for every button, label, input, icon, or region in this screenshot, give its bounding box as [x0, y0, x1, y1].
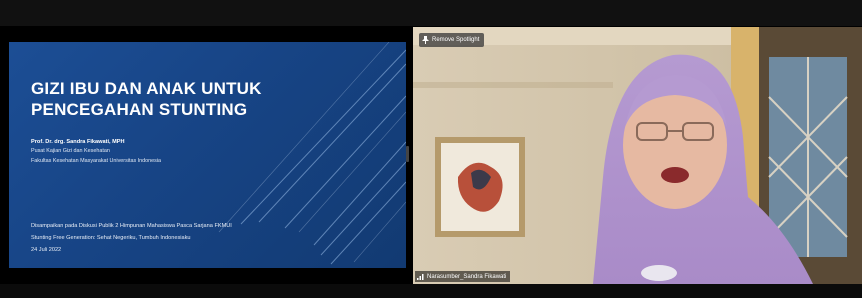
slide-affiliation-2: Fakultas Kesehatan Masyarakat Universita…: [31, 158, 162, 164]
slide-affiliation-1: Pusat Kajian Gizi dan Kesehatan: [31, 148, 110, 154]
remove-spotlight-button[interactable]: Remove Spotlight: [419, 33, 485, 47]
slide-occasion-2: Stunting Free Generation: Sehat Negeriku…: [31, 235, 191, 241]
top-bar: [0, 0, 862, 26]
split-resize-handle[interactable]: [406, 146, 409, 162]
speaker-video-tile[interactable]: Remove Spotlight Narasumber_Sandra Fikaw…: [413, 27, 862, 284]
pin-icon: [422, 36, 429, 44]
signal-bars-icon: [417, 273, 424, 280]
speaker-video-frame: [413, 27, 862, 284]
shared-screen-slide: GIZI IBU DAN ANAK UNTUK PENCEGAHAN STUNT…: [9, 42, 406, 268]
slide-occasion-1: Disampaikan pada Diskusi Publik 2 Himpun…: [31, 223, 232, 229]
participant-name-tag: Narasumber_Sandra Fikawati: [415, 271, 511, 282]
slide-title: GIZI IBU DAN ANAK UNTUK PENCEGAHAN STUNT…: [31, 78, 361, 120]
remove-spotlight-label: Remove Spotlight: [432, 37, 480, 43]
slide-title-line-1: GIZI IBU DAN ANAK UNTUK: [31, 79, 262, 98]
participant-name: Narasumber_Sandra Fikawati: [427, 273, 507, 280]
bottom-bar: [0, 284, 862, 298]
slide-date: 24 Juli 2022: [31, 247, 62, 253]
slide-title-line-2: PENCEGAHAN STUNTING: [31, 100, 248, 119]
slide-author: Prof. Dr. drg. Sandra Fikawati, MPH: [31, 139, 125, 145]
